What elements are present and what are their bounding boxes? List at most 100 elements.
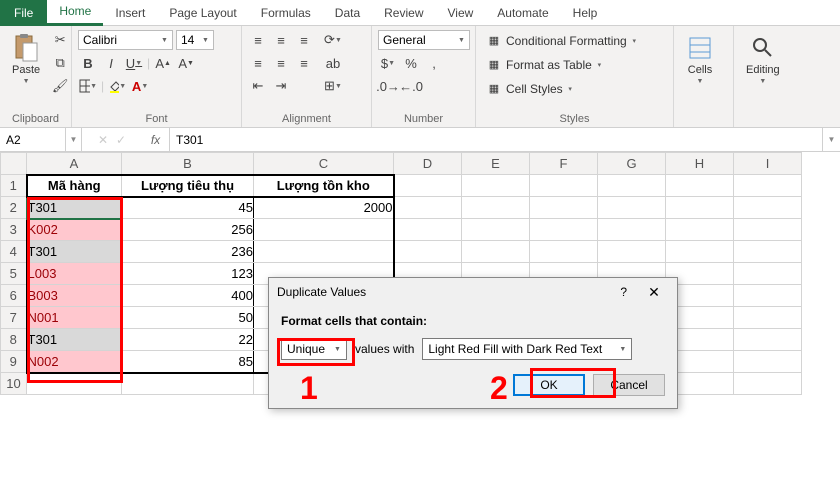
number-format-select[interactable]: General▼	[378, 30, 470, 50]
col-header-A[interactable]: A	[27, 153, 122, 175]
align-center-button[interactable]: ≡	[271, 53, 291, 73]
col-header-C[interactable]: C	[254, 153, 394, 175]
cell-B7[interactable]: 50	[122, 307, 254, 329]
copy-button[interactable]: ⧉	[50, 53, 70, 73]
currency-button[interactable]: $▼	[378, 53, 398, 73]
font-name-select[interactable]: Calibri▼	[78, 30, 173, 50]
cell-C1[interactable]: Lượng tồn kho	[254, 175, 394, 197]
cell[interactable]	[734, 197, 802, 219]
col-header-F[interactable]: F	[530, 153, 598, 175]
row-header-5[interactable]: 5	[1, 263, 27, 285]
cell-A5[interactable]: L003	[27, 263, 122, 285]
name-box-dropdown[interactable]: ▼	[66, 128, 82, 151]
name-box-input[interactable]	[6, 133, 59, 147]
font-color-button[interactable]: A▼	[130, 76, 150, 96]
cell-A4[interactable]: T301	[27, 241, 122, 263]
cell-styles-button[interactable]: ▦Cell Styles▾	[482, 78, 578, 99]
cell[interactable]	[666, 175, 734, 197]
col-header-G[interactable]: G	[598, 153, 666, 175]
align-left-button[interactable]: ≡	[248, 53, 268, 73]
row-header-3[interactable]: 3	[1, 219, 27, 241]
comma-button[interactable]: ,	[424, 53, 444, 73]
select-all-corner[interactable]	[1, 153, 27, 175]
cell-B4[interactable]: 236	[122, 241, 254, 263]
cut-button[interactable]: ✂	[50, 30, 70, 50]
cell[interactable]	[462, 241, 530, 263]
cell[interactable]	[666, 241, 734, 263]
tab-help[interactable]: Help	[561, 0, 610, 26]
cell[interactable]	[462, 219, 530, 241]
align-middle-button[interactable]: ≡	[271, 30, 291, 50]
fill-color-button[interactable]: ▼	[107, 76, 127, 96]
cell[interactable]	[27, 373, 122, 395]
formula-input[interactable]: T301	[170, 133, 822, 147]
tab-review[interactable]: Review	[372, 0, 435, 26]
cell-B8[interactable]: 22	[122, 329, 254, 351]
formula-bar-expand[interactable]: ▼	[822, 128, 840, 151]
cell-A3[interactable]: K002	[27, 219, 122, 241]
cell[interactable]	[394, 175, 462, 197]
row-header-4[interactable]: 4	[1, 241, 27, 263]
tab-automate[interactable]: Automate	[485, 0, 560, 26]
underline-button[interactable]: U▼	[124, 53, 144, 73]
tab-page-layout[interactable]: Page Layout	[157, 0, 248, 26]
format-painter-button[interactable]: 🖌	[50, 76, 70, 96]
row-header-9[interactable]: 9	[1, 351, 27, 373]
cell[interactable]	[734, 263, 802, 285]
cell[interactable]	[598, 219, 666, 241]
cell-B1[interactable]: Lượng tiêu thụ	[122, 175, 254, 197]
cell[interactable]	[530, 197, 598, 219]
cell[interactable]	[666, 219, 734, 241]
cell[interactable]	[530, 175, 598, 197]
dialog-condition-select[interactable]: Unique▼	[281, 338, 347, 360]
dialog-ok-button[interactable]: OK	[513, 374, 585, 396]
cell[interactable]	[394, 219, 462, 241]
cell[interactable]	[122, 373, 254, 395]
increase-decimal-button[interactable]: .0→	[378, 76, 398, 96]
row-header-10[interactable]: 10	[1, 373, 27, 395]
cell-A2[interactable]: T301	[27, 197, 122, 219]
col-header-E[interactable]: E	[462, 153, 530, 175]
dialog-format-select[interactable]: Light Red Fill with Dark Red Text▼	[422, 338, 632, 360]
italic-button[interactable]: I	[101, 53, 121, 73]
row-header-7[interactable]: 7	[1, 307, 27, 329]
decrease-font-button[interactable]: A▼	[176, 53, 196, 73]
cell[interactable]	[734, 241, 802, 263]
tab-insert[interactable]: Insert	[103, 0, 157, 26]
increase-font-button[interactable]: A▲	[153, 53, 173, 73]
cell[interactable]	[734, 373, 802, 395]
dialog-close-button[interactable]: ✕	[639, 280, 669, 304]
cell-C3[interactable]	[254, 219, 394, 241]
cell[interactable]	[530, 219, 598, 241]
cell-B3[interactable]: 256	[122, 219, 254, 241]
align-bottom-button[interactable]: ≡	[294, 30, 314, 50]
col-header-H[interactable]: H	[666, 153, 734, 175]
tab-home[interactable]: Home	[47, 0, 103, 26]
cell-A7[interactable]: N001	[27, 307, 122, 329]
dialog-cancel-button[interactable]: Cancel	[593, 374, 665, 396]
file-tab[interactable]: File	[0, 0, 47, 26]
cell-A8[interactable]: T301	[27, 329, 122, 351]
cell[interactable]	[734, 175, 802, 197]
row-header-6[interactable]: 6	[1, 285, 27, 307]
cell[interactable]	[734, 329, 802, 351]
cell[interactable]	[734, 285, 802, 307]
cell-A6[interactable]: B003	[27, 285, 122, 307]
increase-indent-button[interactable]: ⇥	[271, 76, 291, 96]
percent-button[interactable]: %	[401, 53, 421, 73]
cell[interactable]	[666, 197, 734, 219]
cell-A1[interactable]: Mã hàng	[27, 175, 122, 197]
cell-C4[interactable]	[254, 241, 394, 263]
cell-B9[interactable]: 85	[122, 351, 254, 373]
align-top-button[interactable]: ≡	[248, 30, 268, 50]
wrap-text-button[interactable]: ab	[318, 53, 348, 73]
cells-button[interactable]: Cells ▼	[680, 30, 720, 89]
cell[interactable]	[734, 351, 802, 373]
tab-view[interactable]: View	[436, 0, 486, 26]
conditional-formatting-button[interactable]: ▦Conditional Formatting▾	[482, 30, 642, 51]
tab-formulas[interactable]: Formulas	[249, 0, 323, 26]
cell[interactable]	[394, 241, 462, 263]
cell-B2[interactable]: 45	[122, 197, 254, 219]
cell-C2[interactable]: 2000	[254, 197, 394, 219]
format-as-table-button[interactable]: ▦Format as Table▾	[482, 54, 607, 75]
